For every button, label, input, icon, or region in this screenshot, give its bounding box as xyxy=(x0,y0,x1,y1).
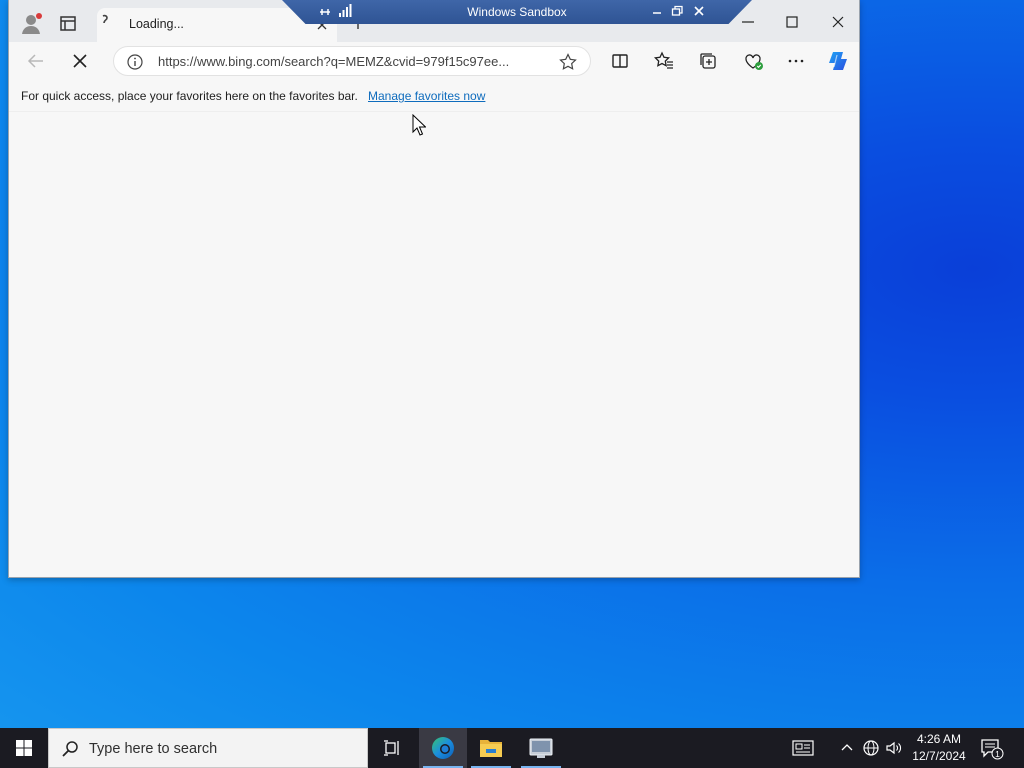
collections-icon[interactable] xyxy=(697,50,719,72)
notification-icon: 1 xyxy=(981,739,1004,760)
news-icon[interactable] xyxy=(792,739,814,757)
clock-date: 12/7/2024 xyxy=(912,749,966,763)
search-icon xyxy=(62,741,78,757)
notification-count: 1 xyxy=(995,749,1000,759)
maximize-icon[interactable] xyxy=(670,4,684,18)
tab-actions-icon xyxy=(60,16,76,31)
loading-favicon-icon xyxy=(102,14,108,24)
taskbar-edge[interactable] xyxy=(419,728,467,768)
favorites-icon[interactable] xyxy=(653,50,675,72)
task-view-button[interactable] xyxy=(368,728,416,768)
taskbar-windows-sandbox[interactable] xyxy=(517,728,565,768)
close-window-button[interactable] xyxy=(823,8,853,36)
more-icon[interactable] xyxy=(785,50,807,72)
stop-button[interactable] xyxy=(69,50,91,72)
close-icon[interactable] xyxy=(692,4,706,18)
edge-icon xyxy=(432,737,454,759)
url-text[interactable]: https://www.bing.com/search?q=MEMZ&cvid=… xyxy=(158,54,548,69)
clock-time: 4:26 AM xyxy=(916,732,962,746)
sandbox-connection-bar: Windows Sandbox xyxy=(282,0,752,24)
folder-icon xyxy=(480,740,502,757)
page-content[interactable] xyxy=(9,112,859,576)
split-screen-icon[interactable] xyxy=(609,50,631,72)
tab-actions-button[interactable] xyxy=(57,12,79,34)
taskbar-search[interactable]: Type here to search xyxy=(48,728,368,768)
favorites-bar-message: For quick access, place your favorites h… xyxy=(21,89,358,103)
taskbar: Type here to search 4:26 AM 12/7/2024 1 xyxy=(0,728,1024,768)
browser-window: Loading... https://www.bing.com/search?q… xyxy=(8,0,860,578)
address-bar[interactable]: https://www.bing.com/search?q=MEMZ&cvid=… xyxy=(113,46,591,76)
taskbar-file-explorer[interactable] xyxy=(467,728,515,768)
network-icon[interactable] xyxy=(862,739,880,757)
sandbox-icon xyxy=(529,738,553,758)
profile-icon xyxy=(22,13,42,34)
manage-favorites-link[interactable]: Manage favorites now xyxy=(368,89,485,103)
start-button[interactable] xyxy=(0,728,48,768)
star-icon[interactable] xyxy=(558,52,578,72)
copilot-icon[interactable] xyxy=(827,50,849,72)
browser-toolbar: https://www.bing.com/search?q=MEMZ&cvid=… xyxy=(9,42,859,80)
favorites-bar: For quick access, place your favorites h… xyxy=(9,80,859,112)
maximize-button[interactable] xyxy=(777,8,807,36)
search-placeholder: Type here to search xyxy=(89,741,218,757)
task-view-icon xyxy=(384,740,399,756)
back-button[interactable] xyxy=(25,50,47,72)
system-clock[interactable]: 4:26 AM 12/7/2024 xyxy=(906,731,972,765)
info-icon[interactable] xyxy=(126,53,144,71)
browser-essentials-icon[interactable] xyxy=(742,50,764,72)
windows-logo-icon xyxy=(16,740,32,756)
profile-button[interactable] xyxy=(19,10,45,36)
volume-icon[interactable] xyxy=(885,739,903,757)
chevron-up-icon[interactable] xyxy=(838,739,856,757)
mouse-cursor-icon xyxy=(412,114,426,136)
minimize-icon[interactable] xyxy=(650,4,664,18)
tab-title: Loading... xyxy=(129,17,184,31)
notification-center-button[interactable]: 1 xyxy=(980,738,1004,760)
